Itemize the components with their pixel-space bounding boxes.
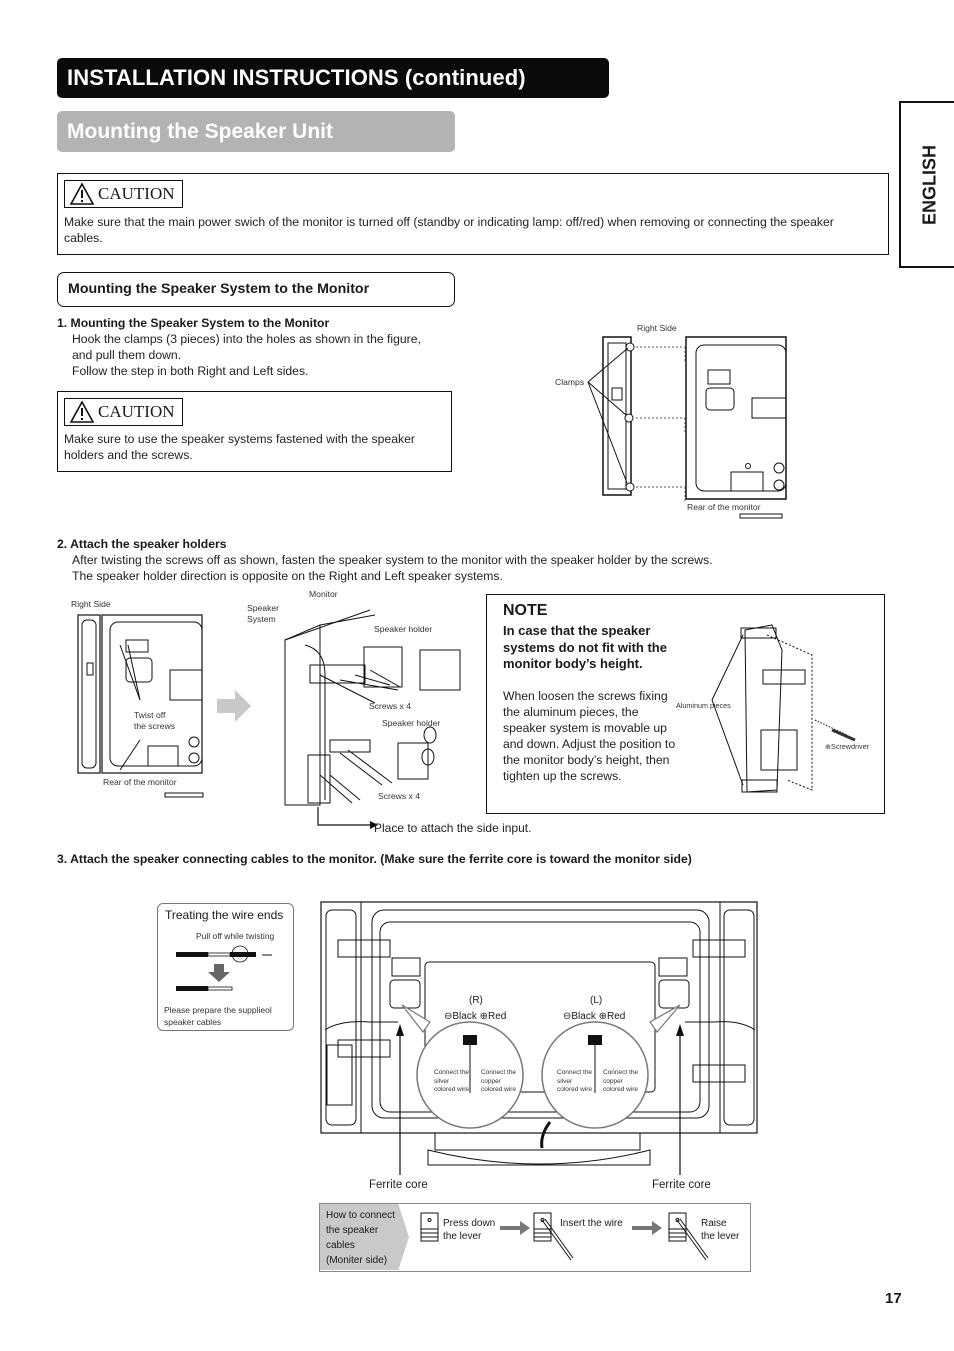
step1-line: Hook the clamps (3 pieces) into the hole… [72, 332, 421, 346]
copper-wire-line: Connect the [481, 1069, 517, 1076]
warning-triangle-icon [69, 182, 95, 205]
monitor-label: Monitor [309, 589, 338, 599]
copper-wire-label: Connect the copper colored wire [603, 1069, 638, 1095]
caution-label: CAUTION [64, 180, 183, 208]
caution-box-power: CAUTION Make sure that the main power sw… [57, 173, 889, 255]
wire-treatment-diagram [176, 945, 272, 991]
arrow-right-icon [632, 1221, 662, 1235]
arrow-right-icon [217, 690, 251, 722]
step2-line: After twisting the screws off as shown, … [72, 553, 713, 567]
clamps-label: Clamps [555, 377, 585, 387]
wire-ends-box: Treating the wire ends Pull off while tw… [157, 903, 294, 1031]
step-press-line: the lever [443, 1231, 482, 1242]
terminal-press-icon [420, 1212, 439, 1242]
callout-right-side: (R) [469, 995, 483, 1006]
how-to-connect-label: How to connect the speaker cables (Monit… [320, 1204, 409, 1270]
twist-off-label: Twist off [134, 710, 166, 720]
ferrite-core-left-label: Ferrite core [369, 1179, 428, 1191]
note-box: NOTE In case that the speaker systems do… [486, 594, 885, 814]
step-press-label: Press down the lever [443, 1217, 495, 1243]
caution-message: Make sure to use the speaker systems fas… [64, 432, 415, 462]
ferrite-core-right-label: Ferrite core [652, 1179, 711, 1191]
monitor-rear-diagram [320, 901, 758, 1175]
arrow-right-icon [500, 1221, 530, 1235]
page-number: 17 [885, 1290, 902, 1307]
aluminum-pieces-diagram [711, 624, 856, 793]
rear-of-monitor-label: Rear of the monitor [687, 502, 761, 512]
step-raise-label: Raise the lever [701, 1217, 739, 1243]
step-press-line: Press down [443, 1218, 496, 1229]
how-to-line: (Moniter side) [326, 1255, 388, 1266]
caution-label: CAUTION [64, 398, 183, 426]
silver-wire-line: Connect the [434, 1069, 470, 1076]
how-to-connect-strip: How to connect the speaker cables (Monit… [319, 1203, 751, 1272]
speaker-holder-label: Speaker holder [374, 624, 433, 634]
silver-wire-line: colored wire [434, 1086, 470, 1093]
speaker-holder-label: Speaker holder [382, 718, 441, 728]
step1-line: and pull them down. [72, 348, 182, 362]
section-subtitle: Mounting the Speaker Unit [57, 111, 455, 152]
prepare-cables-label: Please prepare the supplieol speaker cab… [164, 1005, 272, 1027]
pull-off-label: Pull off while twisting [196, 931, 275, 941]
copper-wire-line: colored wire [603, 1086, 639, 1093]
note-heading: In case that the speaker systems do not … [503, 623, 667, 671]
silver-wire-line: silver [557, 1077, 573, 1085]
language-tab-label: ENGLISH [919, 144, 940, 225]
screwdriver-label: ⊕Screwdriver [825, 742, 869, 751]
step2-line: The speaker holder direction is opposite… [72, 569, 503, 583]
silver-wire-line: silver [434, 1077, 450, 1085]
aluminum-pieces-label: Aluminum pieces [676, 701, 731, 710]
copper-wire-line: colored wire [481, 1086, 517, 1093]
copper-wire-line: copper [481, 1077, 501, 1085]
page-title: INSTALLATION INSTRUCTIONS (continued) [57, 58, 609, 98]
silver-wire-line: colored wire [557, 1086, 593, 1093]
how-to-line: cables [326, 1240, 355, 1251]
step2-title: 2. Attach the speaker holders [57, 537, 227, 551]
callout-right-polarity: ⊖Black ⊕Red [444, 1011, 507, 1022]
screws-label: Screws x 4 [369, 701, 412, 711]
twist-screws-diagram [77, 614, 204, 798]
step-insert-label: Insert the wire [560, 1218, 623, 1229]
copper-wire-line: copper [603, 1077, 623, 1085]
silver-wire-line: Connect the [557, 1069, 593, 1076]
speaker-system-label: Speaker [247, 603, 280, 613]
callout-left-side: (L) [590, 995, 603, 1006]
caution-text-label: CAUTION [98, 184, 175, 203]
twist-off-label: the screws [134, 721, 176, 731]
wire-ends-title: Treating the wire ends [165, 908, 284, 922]
callout-left-polarity: ⊖Black ⊕Red [563, 1011, 626, 1022]
copper-wire-label: Connect the copper colored wire [481, 1069, 516, 1095]
step3-title: 3. Attach the speaker connecting cables … [57, 852, 692, 866]
caution-message: Make sure that the main power swich of t… [64, 215, 834, 245]
step-raise-line: Raise [701, 1218, 727, 1229]
caution-box-holders: CAUTION Make sure to use the speaker sys… [57, 391, 452, 472]
step1-title: 1. Mounting the Speaker System to the Mo… [57, 316, 330, 330]
speaker-system-label: System [247, 614, 276, 624]
language-tab: ENGLISH [899, 101, 954, 268]
note-title: NOTE [503, 602, 548, 619]
screws-label: Screws x 4 [378, 791, 421, 801]
warning-triangle-icon [69, 400, 95, 423]
silver-wire-label: Connect the silver colored wire [434, 1069, 469, 1095]
rear-of-monitor-label: Rear of the monitor [103, 777, 177, 787]
note-text: When loosen the screws fixing the alumin… [503, 689, 676, 783]
step-raise-line: the lever [701, 1231, 740, 1242]
step1-line: Follow the step in both Right and Left s… [72, 364, 309, 378]
right-side-label: Right Side [637, 323, 677, 333]
caution-text-label: CAUTION [98, 402, 175, 421]
how-to-line: the speaker [326, 1225, 379, 1236]
how-to-line: How to connect [326, 1210, 395, 1221]
side-input-label: Place to attach the side input. [374, 821, 532, 835]
right-side-label: Right Side [71, 599, 111, 609]
clamp-diagram [587, 336, 787, 519]
silver-wire-label: Connect the silver colored wire [557, 1069, 592, 1095]
copper-wire-line: Connect the [603, 1069, 639, 1076]
section-heading: Mounting the Speaker System to the Monit… [57, 272, 455, 307]
